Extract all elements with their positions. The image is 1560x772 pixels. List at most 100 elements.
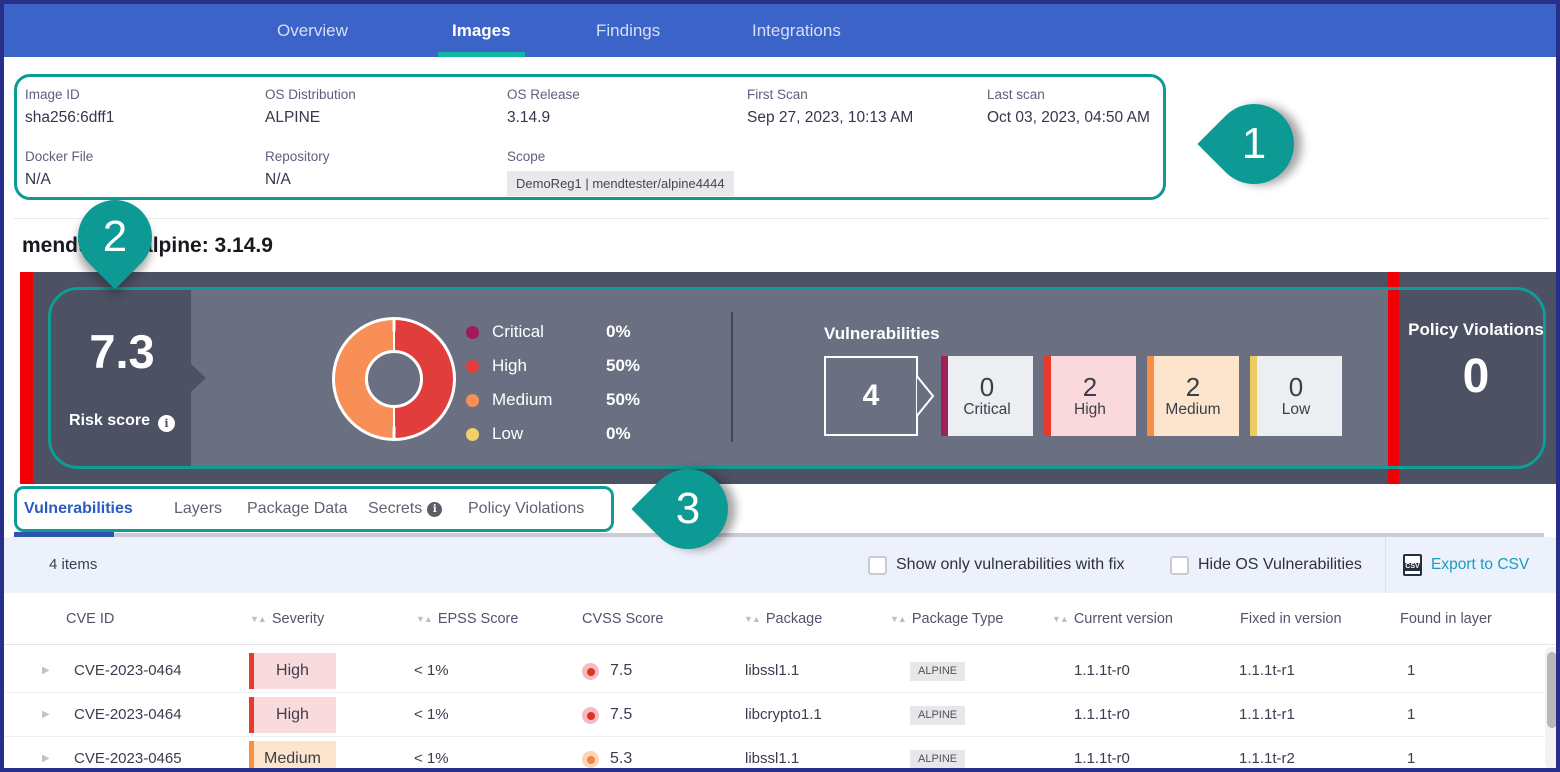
field-first-scan: First Scan Sep 27, 2023, 10:13 AM [747, 87, 913, 127]
high-label: High [1074, 401, 1106, 419]
policy-violations-title: Policy Violations [1400, 320, 1552, 340]
table-scrollbar[interactable] [1545, 647, 1559, 769]
field-value: Oct 03, 2023, 04:50 AM [987, 109, 1150, 127]
cell-fixed-in-version: 1.1.1t-r1 [1239, 693, 1295, 737]
row-expand-icon[interactable] [42, 693, 50, 737]
nav-tab-images[interactable]: Images [452, 4, 511, 57]
tab-secrets-label: Secrets [368, 500, 422, 517]
cell-package-type: ALPINE [910, 737, 965, 772]
low-count: 0 [1289, 373, 1303, 402]
cell-found-in-layer: 1 [1407, 649, 1415, 693]
field-label: OS Distribution [265, 87, 356, 102]
tab-policy-violations[interactable]: Policy Violations [468, 486, 584, 532]
severity-card-critical: 0 Critical [941, 356, 1033, 436]
nav-tab-integrations[interactable]: Integrations [752, 4, 841, 57]
field-value: N/A [265, 171, 330, 189]
severity-badge: Medium [249, 741, 336, 772]
medium-dot-icon [466, 394, 479, 407]
low-label: Low [1282, 401, 1310, 419]
high-stripe [1044, 356, 1051, 436]
tab-package-data[interactable]: Package Data [247, 486, 348, 532]
field-os-distribution: OS Distribution ALPINE [265, 87, 356, 127]
risk-score-label: Risk score [52, 412, 192, 432]
field-value: 3.14.9 [507, 109, 580, 127]
low-stripe [1250, 356, 1257, 436]
field-os-release: OS Release 3.14.9 [507, 87, 580, 127]
row-expand-icon[interactable] [42, 737, 50, 772]
column-header-cve-id: CVE ID [66, 593, 114, 645]
high-count: 2 [1083, 373, 1097, 402]
critical-dot-icon [466, 326, 479, 339]
column-header-label: Package [766, 611, 822, 627]
field-docker-file: Docker File N/A [25, 149, 93, 189]
section-divider [14, 218, 1550, 219]
image-metadata-panel: Image ID sha256:6dff1 OS Distribution AL… [14, 74, 1166, 200]
critical-label: Critical [963, 401, 1010, 419]
sort-icon[interactable] [250, 614, 266, 624]
risk-score-value: 7.3 [62, 324, 182, 379]
cvss-severity-dot-icon [582, 663, 599, 680]
sort-icon[interactable] [1052, 614, 1068, 624]
table-row[interactable]: CVE-2023-0464 High < 1% 7.5 libcrypto1.1… [4, 693, 1556, 737]
tab-layers[interactable]: Layers [174, 486, 222, 532]
hide-os-vulnerabilities-checkbox[interactable] [1170, 556, 1189, 575]
top-nav-bar: Overview Images Findings Integrations [4, 4, 1556, 57]
scope-chip: DemoReg1 | mendtester/alpine4444 [507, 171, 734, 196]
field-image-id: Image ID sha256:6dff1 [25, 87, 114, 127]
column-header-package-type[interactable]: Package Type [890, 593, 1003, 645]
tab-secrets[interactable]: Secrets [368, 486, 442, 532]
low-dot-icon [466, 428, 479, 441]
row-expand-icon[interactable] [42, 649, 50, 693]
legend-percent: 50% [606, 356, 640, 376]
column-header-current-version[interactable]: Current version [1052, 593, 1173, 645]
field-value: N/A [25, 171, 93, 189]
cell-epss-score: < 1% [414, 649, 449, 693]
callout-3-balloon: 3 [631, 452, 744, 565]
nav-tab-overview[interactable]: Overview [277, 4, 348, 57]
column-header-fixed-in-version: Fixed in version [1240, 593, 1342, 645]
nav-tab-findings[interactable]: Findings [596, 4, 660, 57]
medium-stripe [1147, 356, 1154, 436]
risk-bar-red-stripe-left [20, 272, 33, 484]
field-label: First Scan [747, 87, 913, 102]
cell-cve-id: CVE-2023-0464 [74, 649, 182, 693]
severity-card-high: 2 High [1044, 356, 1136, 436]
table-row[interactable]: CVE-2023-0464 High < 1% 7.5 libssl1.1 AL… [4, 649, 1556, 693]
cell-fixed-in-version: 1.1.1t-r1 [1239, 649, 1295, 693]
column-header-package[interactable]: Package [744, 593, 822, 645]
sort-icon[interactable] [744, 614, 760, 624]
callout-2-number: 2 [78, 200, 152, 274]
field-label: Scope [507, 149, 734, 164]
severity-badge: High [249, 653, 336, 689]
cell-package: libcrypto1.1 [745, 693, 822, 737]
critical-count: 0 [980, 373, 994, 402]
tab-vulnerabilities[interactable]: Vulnerabilities [24, 486, 133, 532]
show-only-fix-checkbox[interactable] [868, 556, 887, 575]
show-only-fix-label: Show only vulnerabilities with fix [896, 537, 1125, 593]
legend-row-high: High 50% [466, 349, 656, 383]
cell-current-version: 1.1.1t-r0 [1074, 649, 1130, 693]
callout-3-number: 3 [648, 469, 728, 549]
scrollbar-thumb[interactable] [1547, 652, 1557, 728]
field-label: OS Release [507, 87, 580, 102]
container-scan-screen: Overview Images Findings Integrations Im… [0, 0, 1560, 772]
legend-label: High [492, 356, 527, 376]
field-last-scan: Last scan Oct 03, 2023, 04:50 AM [987, 87, 1150, 127]
risk-bar-red-stripe-right [1388, 272, 1399, 484]
table-row[interactable]: CVE-2023-0465 Medium < 1% 5.3 libssl1.1 … [4, 737, 1556, 772]
sort-icon[interactable] [890, 614, 906, 624]
column-header-severity[interactable]: Severity [250, 593, 324, 645]
legend-percent: 0% [606, 424, 631, 444]
column-header-epss-score[interactable]: EPSS Score [416, 593, 518, 645]
info-icon[interactable] [158, 415, 175, 432]
secrets-info-icon[interactable] [427, 502, 442, 517]
medium-count: 2 [1186, 373, 1200, 402]
count-box-chevron-icon [916, 374, 936, 418]
sort-icon[interactable] [416, 614, 432, 624]
export-to-csv-button[interactable]: Export to CSV [1431, 537, 1529, 593]
column-header-found-in-layer: Found in layer [1400, 593, 1492, 645]
legend-percent: 0% [606, 322, 631, 342]
callout-1-number: 1 [1214, 104, 1294, 184]
column-header-label: Current version [1074, 611, 1173, 627]
cell-cve-id: CVE-2023-0464 [74, 693, 182, 737]
